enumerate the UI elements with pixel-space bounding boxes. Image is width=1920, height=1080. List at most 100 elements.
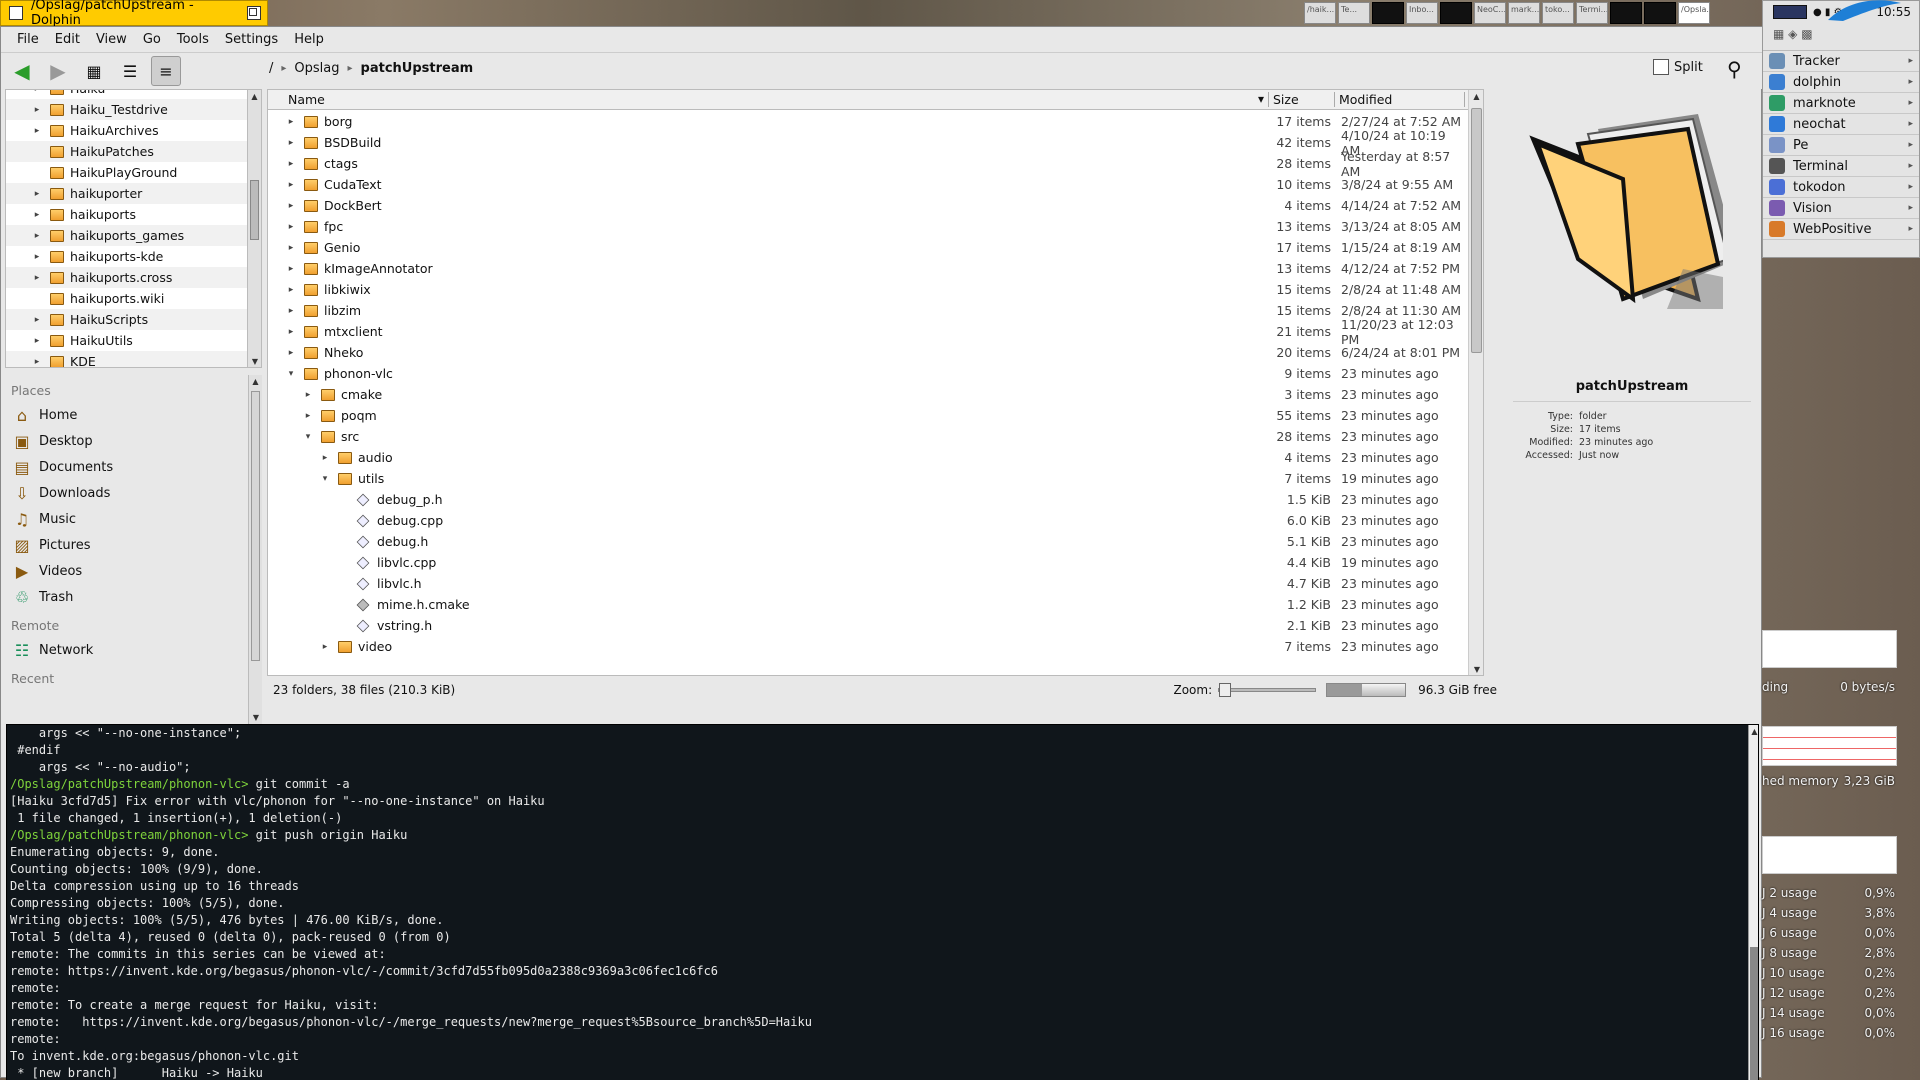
window-title-tab[interactable]: /Opslag/patchUpstream - Dolphin	[0, 0, 268, 28]
expand-arrow-icon[interactable]: ▸	[284, 222, 298, 232]
menu-go[interactable]: Go	[135, 32, 169, 47]
folder-tree-item[interactable]: ▸ HaikuScripts	[6, 309, 247, 330]
file-row[interactable]: ▾ src 28 items 23 minutes ago	[268, 426, 1468, 447]
expand-arrow-icon[interactable]: ▸	[30, 315, 44, 325]
file-row[interactable]: ▸ borg 17 items 2/27/24 at 7:52 AM	[268, 111, 1468, 132]
details-scrollbar[interactable]: ▲ ▼	[1468, 90, 1483, 675]
scroll-up-icon[interactable]: ▲	[248, 90, 261, 104]
folder-tree-item[interactable]: ▸ KDE	[6, 351, 247, 367]
file-row[interactable]: ▸ Genio 17 items 1/15/24 at 8:19 AM	[268, 237, 1468, 258]
file-row[interactable]: vstring.h 2.1 KiB 23 minutes ago	[268, 615, 1468, 636]
column-name[interactable]: Name	[268, 92, 1269, 107]
file-row[interactable]: ▾ phonon-vlc 9 items 23 minutes ago	[268, 363, 1468, 384]
expand-arrow-icon[interactable]: ▸	[284, 180, 298, 190]
place-item-videos[interactable]: ▶ Videos	[5, 558, 262, 584]
zoom-window-button[interactable]	[247, 6, 261, 20]
place-item-desktop[interactable]: ▣ Desktop	[5, 428, 262, 454]
scroll-down-icon[interactable]: ▼	[248, 355, 261, 367]
menu-edit[interactable]: Edit	[47, 32, 88, 47]
expand-arrow-icon[interactable]: ▸	[284, 117, 298, 127]
expand-arrow-icon[interactable]: ▸	[30, 105, 44, 115]
folder-tree-item[interactable]: haikuports.wiki	[6, 288, 247, 309]
menu-settings[interactable]: Settings	[217, 32, 286, 47]
deskbar-app-terminal[interactable]: Terminal ▸	[1763, 156, 1919, 177]
breadcrumb-root[interactable]: /	[269, 61, 273, 76]
menu-tools[interactable]: Tools	[169, 32, 217, 47]
expand-arrow-icon[interactable]: ▸	[30, 273, 44, 283]
task-thumbnail[interactable]: NeoC...	[1474, 2, 1506, 24]
place-item-documents[interactable]: ▤ Documents	[5, 454, 262, 480]
scrollbar-thumb[interactable]	[250, 180, 259, 240]
place-item-pictures[interactable]: ▨ Pictures	[5, 532, 262, 558]
collapse-arrow-icon[interactable]: ▾	[301, 432, 315, 442]
task-thumbnail[interactable]: Termi...	[1576, 2, 1608, 24]
folder-tree-item[interactable]: ▸ Haiku_Testdrive	[6, 99, 247, 120]
folder-tree-item[interactable]: HaikuPlayGround	[6, 162, 247, 183]
expand-arrow-icon[interactable]: ▸	[284, 306, 298, 316]
folder-tree-item[interactable]: ▸ haikuporter	[6, 183, 247, 204]
search-button[interactable]: ⚲	[1727, 57, 1742, 81]
scrollbar-thumb[interactable]	[1471, 108, 1482, 353]
expand-arrow-icon[interactable]: ▸	[301, 390, 315, 400]
deskbar-app-pe[interactable]: Pe ▸	[1763, 135, 1919, 156]
workspace-icon[interactable]	[1773, 5, 1807, 19]
expand-arrow-icon[interactable]: ▸	[30, 252, 44, 262]
deskbar-app-neochat[interactable]: neochat ▸	[1763, 114, 1919, 135]
file-row[interactable]: ▸ ctags 28 items Yesterday at 8:57 AM	[268, 149, 1468, 179]
collapse-arrow-icon[interactable]: ▾	[284, 369, 298, 379]
place-item-home[interactable]: ⌂ Home	[5, 402, 262, 428]
expand-arrow-icon[interactable]: ▸	[301, 411, 315, 421]
file-row[interactable]: ▸ mtxclient 21 items 11/20/23 at 12:03 PM	[268, 317, 1468, 347]
file-row[interactable]: ▸ cmake 3 items 23 minutes ago	[268, 384, 1468, 405]
scroll-down-icon[interactable]: ▼	[249, 711, 262, 725]
expand-arrow-icon[interactable]: ▸	[30, 357, 44, 367]
file-row[interactable]: ▸ poqm 55 items 23 minutes ago	[268, 405, 1468, 426]
deskbar-app-marknote[interactable]: marknote ▸	[1763, 93, 1919, 114]
deskbar-app-tokodon[interactable]: tokodon ▸	[1763, 177, 1919, 198]
task-thumbnail[interactable]: toko...	[1542, 2, 1574, 24]
file-row[interactable]: debug_p.h 1.5 KiB 23 minutes ago	[268, 489, 1468, 510]
scroll-up-icon[interactable]: ▲	[1469, 90, 1483, 104]
replicant-icons[interactable]: ▦ ◈ ▩	[1773, 27, 1813, 41]
column-modified[interactable]: Modified	[1335, 92, 1465, 107]
icons-view-button[interactable]: ▦	[79, 56, 109, 86]
folder-tree-item[interactable]: ▸ haikuports.cross	[6, 267, 247, 288]
task-thumbnail[interactable]: /Opsla...	[1678, 2, 1710, 24]
file-row[interactable]: ▸ kImageAnnotator 13 items 4/12/24 at 7:52 …	[268, 258, 1468, 279]
place-item-trash[interactable]: ♲ Trash	[5, 584, 262, 610]
deskbar-app-tracker[interactable]: Tracker ▸	[1763, 51, 1919, 72]
expand-arrow-icon[interactable]: ▸	[284, 285, 298, 295]
expand-arrow-icon[interactable]: ▸	[318, 453, 332, 463]
file-row[interactable]: ▸ libzim 15 items 2/8/24 at 11:30 AM	[268, 300, 1468, 321]
close-window-button[interactable]	[9, 6, 23, 20]
scroll-up-icon[interactable]: ▲	[1749, 725, 1758, 739]
file-row[interactable]: ▸ Nheko 20 items 6/24/24 at 8:01 PM	[268, 342, 1468, 363]
task-thumbnail[interactable]	[1644, 2, 1676, 24]
folders-scrollbar[interactable]: ▲ ▼	[247, 90, 261, 367]
folder-tree-item[interactable]: ▸ HaikuArchives	[6, 120, 247, 141]
expand-arrow-icon[interactable]: ▸	[30, 126, 44, 136]
file-row[interactable]: ▸ libkiwix 15 items 2/8/24 at 11:48 AM	[268, 279, 1468, 300]
file-row[interactable]: ▸ CudaText 10 items 3/8/24 at 9:55 AM	[268, 174, 1468, 195]
expand-arrow-icon[interactable]: ▸	[30, 90, 44, 94]
task-thumbnail[interactable]: mark...	[1508, 2, 1540, 24]
expand-arrow-icon[interactable]: ▸	[284, 243, 298, 253]
task-thumbnail[interactable]	[1440, 2, 1472, 24]
menu-help[interactable]: Help	[286, 32, 332, 47]
folder-tree-item[interactable]: ▸ haikuports-kde	[6, 246, 247, 267]
scroll-down-icon[interactable]: ▼	[1469, 663, 1483, 675]
back-button[interactable]: ◀	[7, 56, 37, 86]
forward-button[interactable]: ▶	[43, 56, 73, 86]
folder-tree-item[interactable]: ▸ haikuports	[6, 204, 247, 225]
task-thumbnail[interactable]	[1610, 2, 1642, 24]
expand-arrow-icon[interactable]: ▸	[284, 159, 298, 169]
expand-arrow-icon[interactable]: ▸	[30, 189, 44, 199]
file-row[interactable]: libvlc.h 4.7 KiB 23 minutes ago	[268, 573, 1468, 594]
collapse-arrow-icon[interactable]: ▾	[318, 474, 332, 484]
file-row[interactable]: libvlc.cpp 4.4 KiB 19 minutes ago	[268, 552, 1468, 573]
task-thumbnail[interactable]	[1372, 2, 1404, 24]
breadcrumb-current[interactable]: patchUpstream	[361, 61, 474, 76]
details-view-button[interactable]: ≡	[151, 56, 181, 86]
scrollbar-thumb[interactable]	[251, 391, 260, 661]
column-size[interactable]: Size	[1269, 92, 1335, 107]
